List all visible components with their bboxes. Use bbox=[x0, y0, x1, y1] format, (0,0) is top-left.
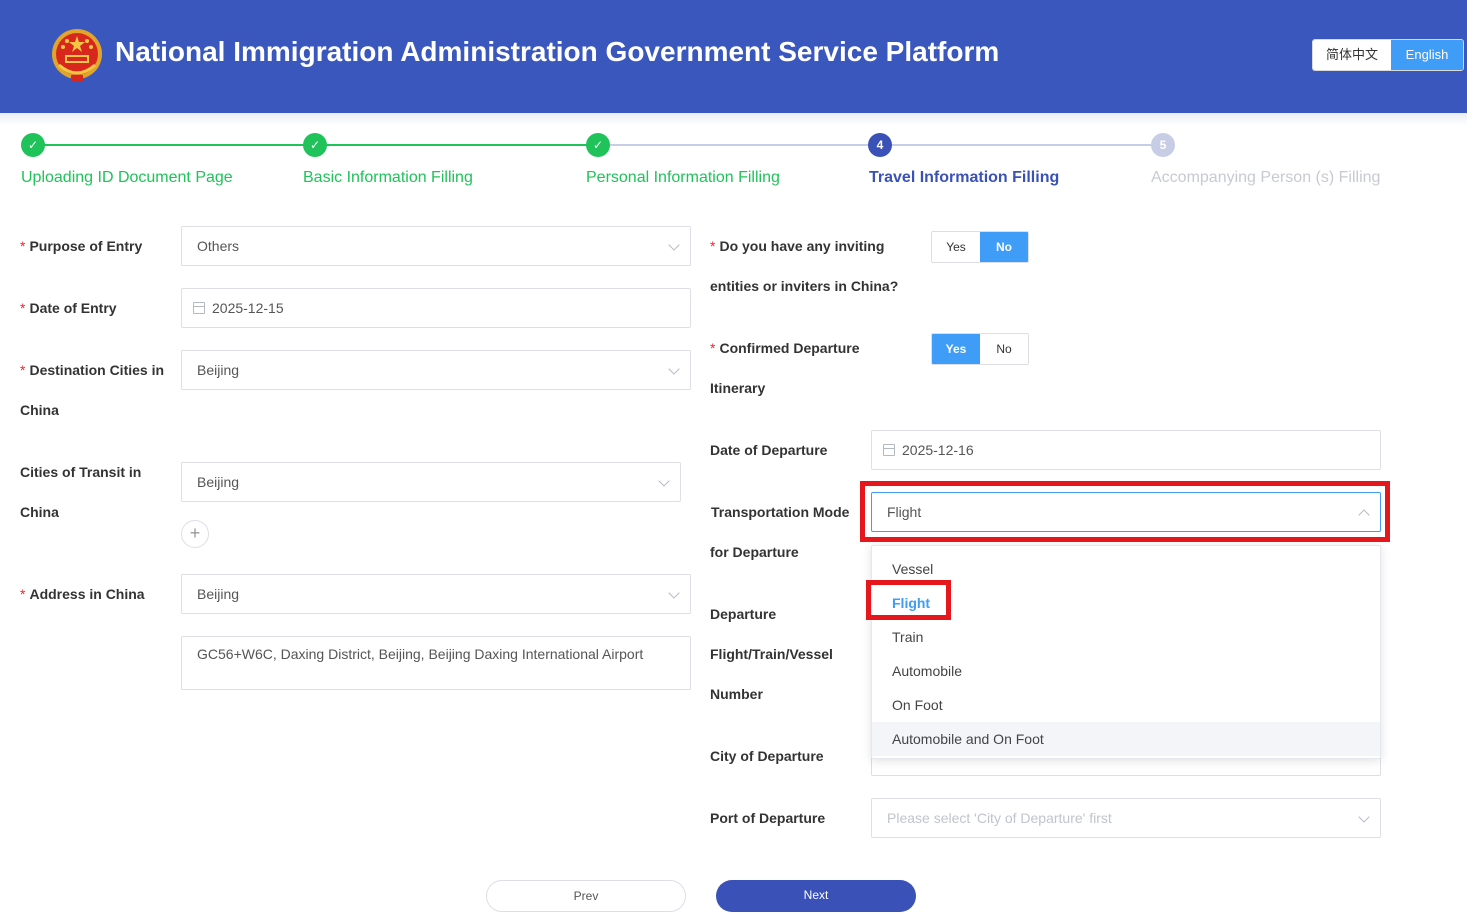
highlight-flight-option bbox=[866, 580, 951, 620]
destination-cities-select[interactable]: Beijing bbox=[181, 350, 691, 390]
step-2-label: Basic Information Filling bbox=[303, 169, 473, 186]
header-shadow bbox=[0, 113, 1467, 125]
option-automobile-and-on-foot[interactable]: Automobile and On Foot bbox=[872, 722, 1380, 756]
inviting-entities-label-line2: entities or inviters in China? bbox=[710, 278, 899, 294]
itinerary-yes-button[interactable]: Yes bbox=[932, 334, 980, 364]
inviting-yes-button[interactable]: Yes bbox=[932, 232, 980, 262]
step-1-check-icon: ✓ bbox=[21, 133, 45, 157]
destination-cities-label: * Destination Cities in bbox=[20, 362, 165, 378]
step-5-label: Accompanying Person (s) Filling bbox=[1151, 169, 1381, 186]
itinerary-no-button[interactable]: No bbox=[980, 334, 1028, 364]
calendar-icon bbox=[883, 444, 895, 456]
transportation-mode-dropdown: Vessel Flight Train Automobile On Foot A… bbox=[871, 545, 1381, 759]
purpose-of-entry-select[interactable]: Others bbox=[181, 226, 691, 266]
option-automobile[interactable]: Automobile bbox=[872, 654, 1380, 688]
calendar-icon bbox=[193, 302, 205, 314]
inviting-no-button[interactable]: No bbox=[980, 232, 1028, 262]
address-in-china-label: * Address in China bbox=[20, 586, 145, 602]
chevron-down-icon bbox=[668, 239, 680, 251]
language-chinese-button[interactable]: 简体中文 bbox=[1313, 40, 1391, 70]
step-4-number: 4 bbox=[868, 133, 892, 157]
port-of-departure-select[interactable]: Please select 'City of Departure' first bbox=[871, 798, 1381, 838]
option-train[interactable]: Train bbox=[872, 620, 1380, 654]
date-of-departure-label: Date of Departure bbox=[710, 442, 828, 458]
step-connector bbox=[598, 144, 880, 146]
step-2-check-icon: ✓ bbox=[303, 133, 327, 157]
destination-cities-label-line2: China bbox=[20, 402, 59, 418]
confirmed-itinerary-label: * Confirmed Departure bbox=[710, 340, 860, 356]
language-english-button[interactable]: English bbox=[1391, 40, 1463, 70]
transit-cities-label: Cities of Transit in bbox=[20, 464, 142, 480]
site-header: National Immigration Administration Gove… bbox=[0, 0, 1467, 113]
step-connector bbox=[33, 144, 315, 146]
highlight-transport-select bbox=[860, 481, 1390, 542]
step-connector bbox=[315, 144, 598, 146]
step-5-number: 5 bbox=[1151, 133, 1175, 157]
chevron-down-icon bbox=[668, 363, 680, 375]
city-of-departure-label: City of Departure bbox=[710, 748, 824, 764]
step-1-label: Uploading ID Document Page bbox=[21, 169, 233, 186]
confirmed-itinerary-label-line2: Itinerary bbox=[710, 380, 766, 396]
confirmed-itinerary-toggle: Yes No bbox=[931, 333, 1029, 365]
site-title: National Immigration Administration Gove… bbox=[115, 36, 1000, 67]
departure-number-label: Departure bbox=[710, 606, 777, 622]
date-of-departure-input[interactable]: 2025-12-16 bbox=[871, 430, 1381, 470]
language-switch: 简体中文 English bbox=[1312, 39, 1464, 71]
transportation-mode-label: Transportation Mode bbox=[711, 504, 850, 520]
chevron-down-icon bbox=[1358, 811, 1370, 823]
port-of-departure-label: Port of Departure bbox=[710, 810, 826, 826]
add-transit-city-button[interactable]: + bbox=[181, 520, 209, 548]
address-detail-textarea[interactable]: GC56+W6C, Daxing District, Beijing, Beij… bbox=[181, 636, 691, 690]
national-emblem-icon bbox=[52, 29, 102, 81]
step-connector bbox=[880, 144, 1163, 146]
step-3-label: Personal Information Filling bbox=[586, 169, 780, 186]
date-of-entry-label: * Date of Entry bbox=[20, 300, 117, 316]
transit-cities-select[interactable]: Beijing bbox=[181, 462, 681, 502]
transit-cities-label-line2: China bbox=[20, 504, 59, 520]
option-on-foot[interactable]: On Foot bbox=[872, 688, 1380, 722]
prev-button[interactable]: Prev bbox=[486, 880, 686, 912]
next-button[interactable]: Next bbox=[716, 880, 916, 912]
step-4-label: Travel Information Filling bbox=[869, 169, 1060, 186]
purpose-of-entry-label: * Purpose of Entry bbox=[20, 238, 143, 254]
inviting-entities-label: * Do you have any inviting bbox=[710, 238, 885, 254]
inviting-entities-toggle: Yes No bbox=[931, 231, 1029, 263]
departure-number-label-line3: Number bbox=[710, 686, 763, 702]
date-of-entry-input[interactable]: 2025-12-15 bbox=[181, 288, 691, 328]
chevron-down-icon bbox=[658, 475, 670, 487]
address-city-select[interactable]: Beijing bbox=[181, 574, 691, 614]
step-3-check-icon: ✓ bbox=[586, 133, 610, 157]
transportation-mode-label-line2: for Departure bbox=[710, 544, 799, 560]
departure-number-label-line2: Flight/Train/Vessel bbox=[710, 646, 833, 662]
chevron-down-icon bbox=[668, 587, 680, 599]
